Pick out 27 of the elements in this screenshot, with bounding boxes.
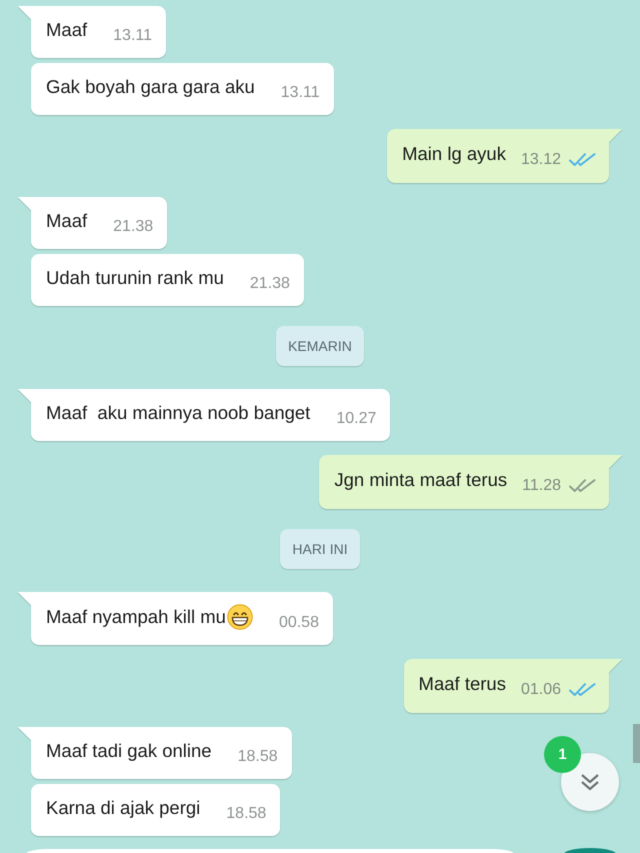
message-time: 21.38 (113, 217, 154, 237)
message-time: 13.11 (113, 26, 152, 46)
date-label: KEMARIN (276, 326, 364, 366)
message-time: 21.38 (250, 274, 290, 294)
message-time: 00.58 (278, 613, 319, 633)
message-time: 01.06 (520, 680, 561, 700)
unread-count-badge: 1 (544, 736, 581, 773)
message-text: Jgn minta maaf terus (334, 468, 508, 492)
message-text: Maaf (46, 209, 88, 233)
message-text: Udah turunin rank mu (46, 266, 224, 290)
date-label: HARI INI (280, 529, 360, 569)
message-text: Gak boyah gara gara aku (46, 75, 255, 99)
message-text: Maaf terus (418, 672, 506, 696)
message-text: Maaf nyampah kill mu (46, 605, 226, 629)
message-text: Karna di ajak pergi (46, 796, 200, 820)
message-time: 13.11 (280, 83, 320, 103)
message-text: Maaf (46, 18, 88, 42)
chevrons-down-icon (579, 772, 601, 792)
message-time: 10.27 (336, 409, 376, 429)
message-time: 18.58 (238, 747, 278, 767)
message-text: Maaf tadi gak online (46, 739, 212, 763)
message-time: 11.28 (522, 476, 561, 496)
message-time: 13.12 (520, 150, 561, 170)
message-text: Maaf aku mainnya noob banget (46, 401, 310, 425)
scrollbar-thumb[interactable] (633, 724, 640, 763)
message-time: 18.58 (226, 804, 266, 824)
message-text: Main lg ayuk (402, 142, 506, 166)
